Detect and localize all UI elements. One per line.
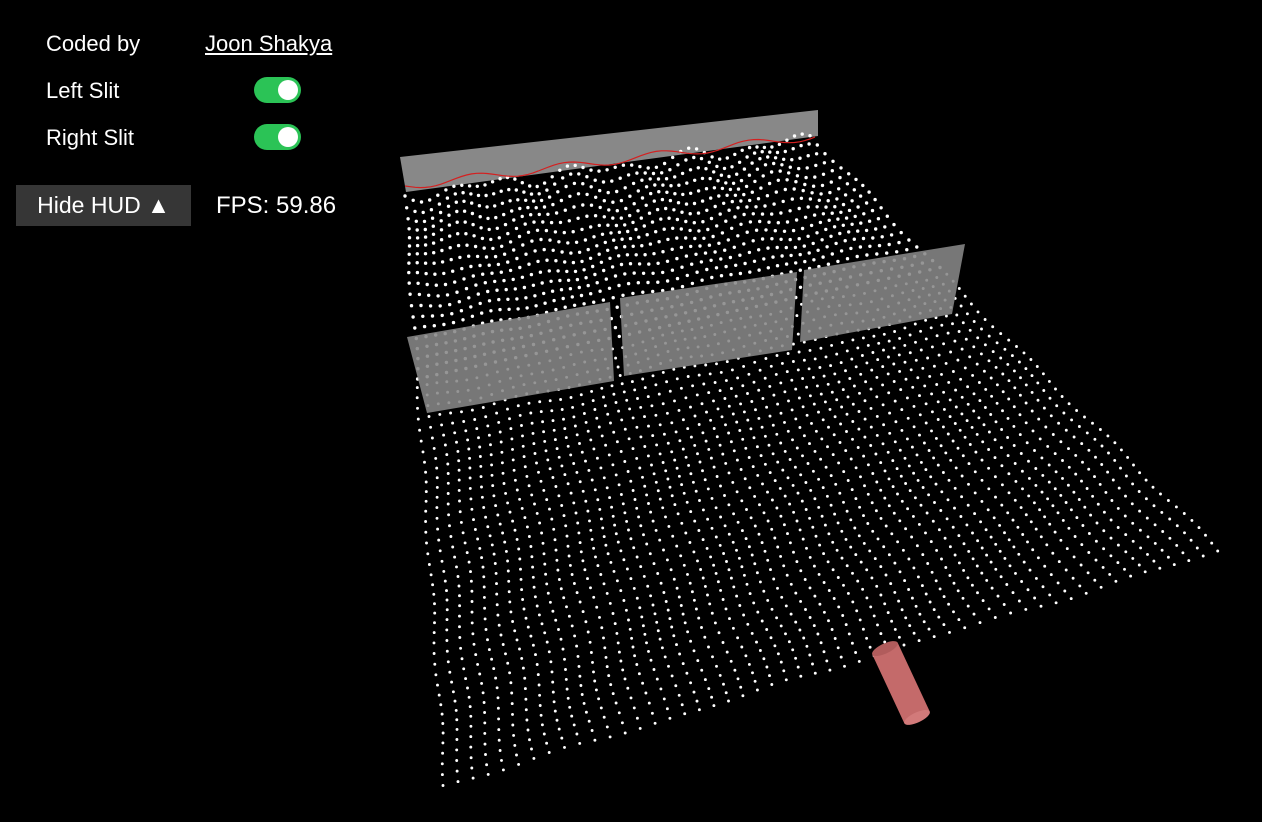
author-link[interactable]: Joon Shakya [205,32,332,56]
left-slit-label: Left Slit [46,78,120,103]
right-slit-label: Right Slit [46,125,135,150]
particle-field [403,132,1220,787]
fps-counter: FPS: 59.86 [216,192,337,219]
hide-hud-button[interactable]: Hide HUD ▲ [16,185,191,226]
detector-screen [400,110,818,192]
credit-label: Coded by [46,31,141,56]
toggle-knob [278,80,298,100]
toggle-knob [278,127,298,147]
left-slit-toggle[interactable] [254,77,301,103]
wave-emitter [872,641,930,725]
hud-panel: Coded by Joon Shakya Left Slit Right Sli… [0,0,400,240]
right-slit-toggle[interactable] [254,124,301,150]
slit-barrier-right [800,244,965,342]
slit-barrier-middle [620,272,797,376]
